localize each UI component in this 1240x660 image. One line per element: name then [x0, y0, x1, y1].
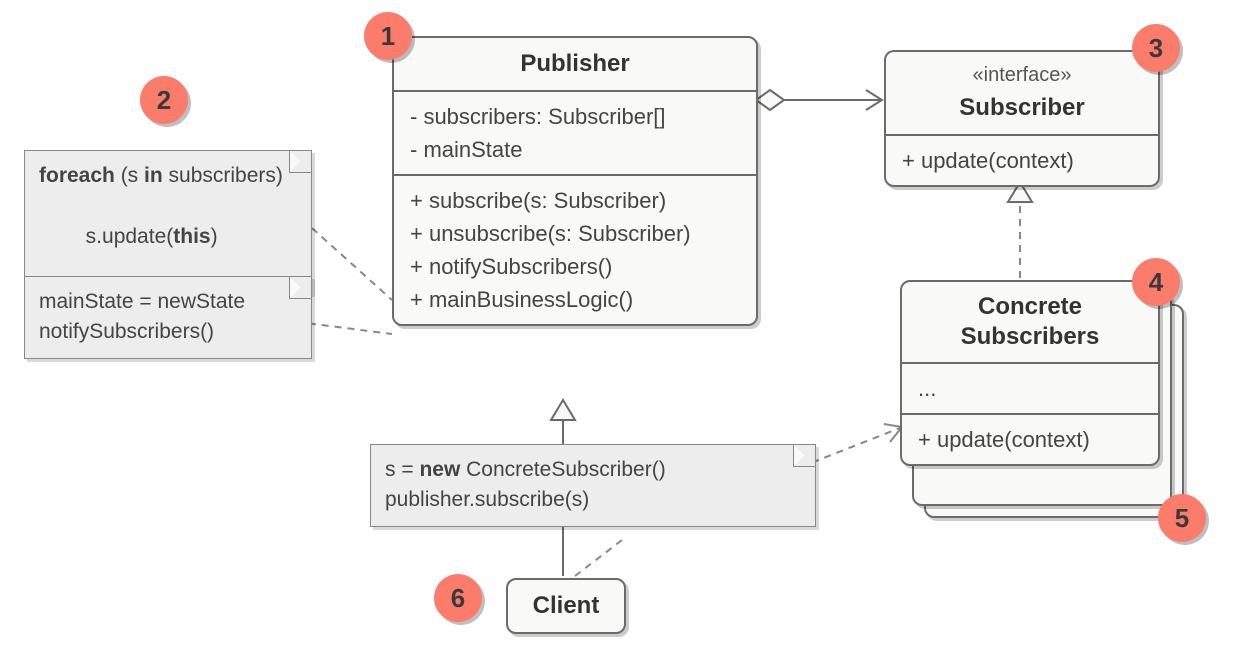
- concrete-title-line1: Concrete: [918, 292, 1142, 322]
- note-mainstate-line1: mainState = newState: [39, 287, 297, 317]
- kw-foreach: foreach: [39, 164, 115, 187]
- publisher-op-notify: + notifySubscribers(): [410, 250, 740, 283]
- note-fold-icon: [289, 150, 312, 173]
- uml-subscriber-interface: «interface» Subscriber + update(context): [884, 50, 1160, 187]
- note-foreach-line2: s.update(this): [39, 191, 297, 282]
- badge-2: 2: [140, 76, 188, 124]
- note-mainstate-line2: notifySubscribers(): [39, 317, 297, 347]
- concrete-body: ...: [902, 362, 1158, 413]
- note-mainstate: mainState = newState notifySubscribers(): [24, 276, 312, 359]
- concrete-title: Concrete Subscribers: [902, 282, 1158, 362]
- publisher-attributes: - subscribers: Subscriber[] - mainState: [394, 90, 756, 174]
- txt: s =: [385, 458, 419, 481]
- txt: (s: [115, 164, 144, 187]
- concrete-operations: + update(context): [902, 413, 1158, 464]
- note-client-line2: publisher.subscribe(s): [385, 485, 801, 515]
- badge-4: 4: [1132, 258, 1180, 306]
- kw-in: in: [144, 164, 163, 187]
- publisher-title: Publisher: [394, 38, 756, 90]
- badge-5: 5: [1158, 494, 1206, 542]
- diagram-canvas: Subscriber (aggregation) --> ConcreteSub…: [0, 0, 1240, 660]
- txt: subscribers): [163, 164, 283, 187]
- badge-1: 1: [364, 12, 412, 60]
- note-client-line1: s = new ConcreteSubscriber(): [385, 455, 801, 485]
- note-foreach-loop: foreach (s in subscribers) s.update(this…: [24, 150, 312, 294]
- concrete-title-line2: Subscribers: [918, 322, 1142, 352]
- concrete-op-update: + update(context): [918, 423, 1142, 456]
- publisher-operations: + subscribe(s: Subscriber) + unsubscribe…: [394, 174, 756, 324]
- txt: ): [211, 225, 218, 248]
- publisher-attr-subscribers: - subscribers: Subscriber[]: [410, 100, 740, 133]
- subscriber-operations: + update(context): [886, 134, 1158, 185]
- publisher-op-subscribe: + subscribe(s: Subscriber): [410, 184, 740, 217]
- note-client-code: s = new ConcreteSubscriber() publisher.s…: [370, 444, 816, 527]
- uml-client: Client: [506, 578, 626, 634]
- publisher-op-logic: + mainBusinessLogic(): [410, 283, 740, 316]
- client-title: Client: [508, 580, 624, 632]
- kw-new: new: [419, 458, 460, 481]
- txt: ConcreteSubscriber(): [460, 458, 665, 481]
- badge-3: 3: [1132, 24, 1180, 72]
- publisher-attr-mainstate: - mainState: [410, 133, 740, 166]
- note-fold-icon: [793, 444, 816, 467]
- subscriber-op-update: + update(context): [902, 144, 1142, 177]
- note-foreach-line1: foreach (s in subscribers): [39, 161, 297, 191]
- subscriber-stereotype: «interface»: [902, 60, 1142, 90]
- uml-concrete-subscribers: Concrete Subscribers ... + update(contex…: [900, 280, 1160, 466]
- txt: s.update(: [74, 225, 173, 248]
- badge-6: 6: [434, 574, 482, 622]
- subscriber-head: «interface» Subscriber: [886, 52, 1158, 134]
- subscriber-title: Subscriber: [959, 94, 1084, 121]
- uml-publisher: Publisher - subscribers: Subscriber[] - …: [392, 36, 758, 326]
- kw-this: this: [173, 225, 210, 248]
- note-fold-icon: [289, 276, 312, 299]
- publisher-op-unsubscribe: + unsubscribe(s: Subscriber): [410, 217, 740, 250]
